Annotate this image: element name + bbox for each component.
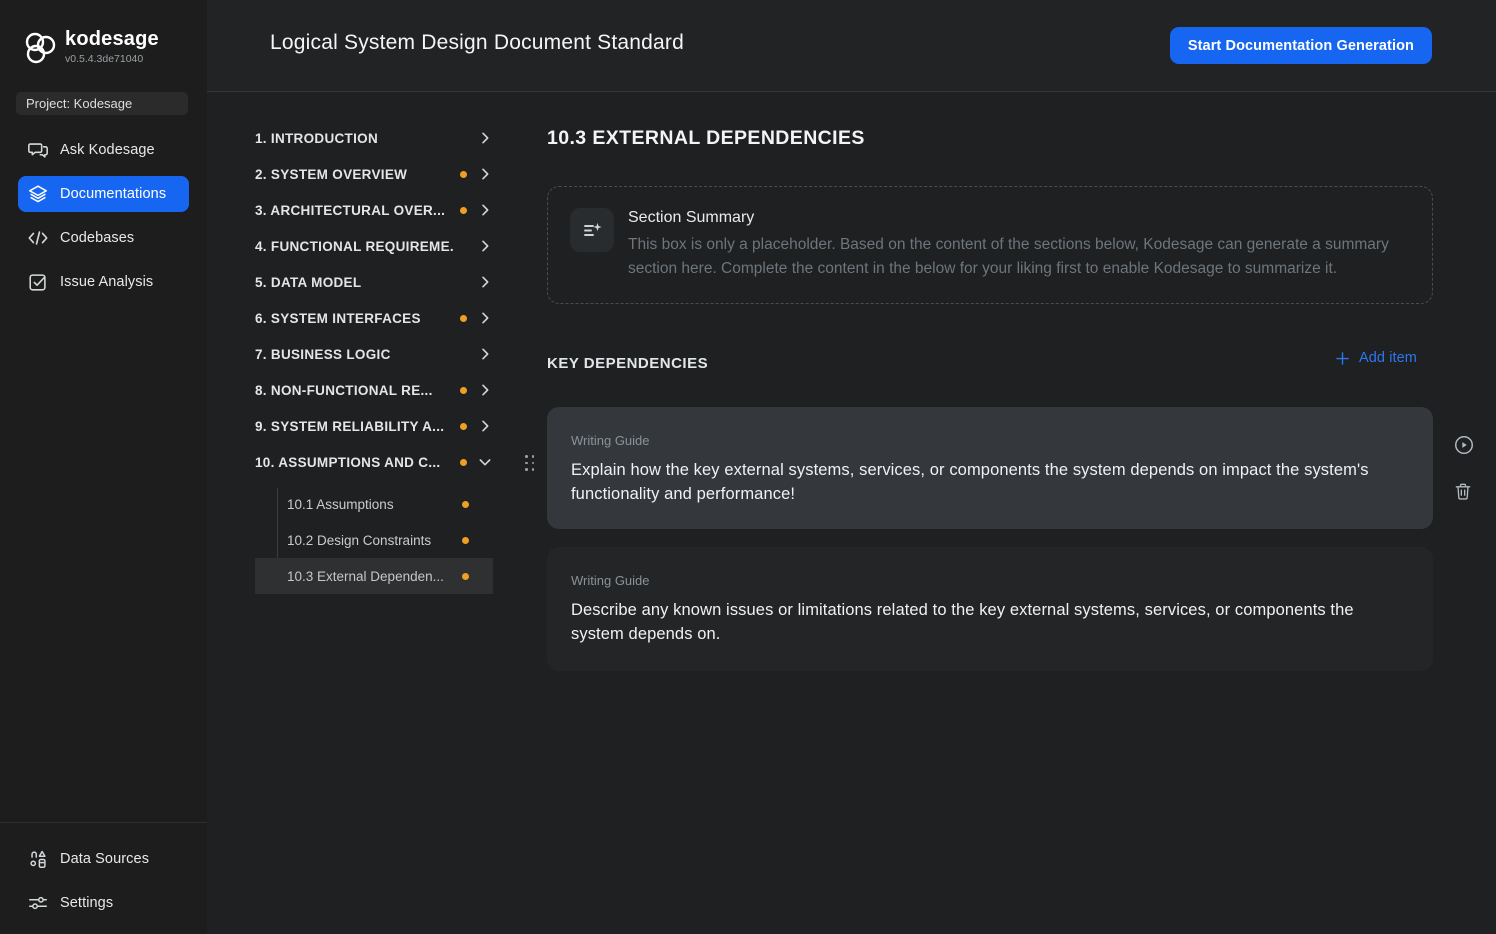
toc-item-architectural-overview[interactable]: 3. ARCHITECTURAL OVER... [255,192,493,228]
sidebar-item-documentations[interactable]: Documentations [18,176,189,212]
sidebar-item-settings[interactable]: Settings [18,885,189,921]
sidebar-item-label: Settings [60,895,113,911]
chevron-right-icon [477,310,493,326]
add-item-label: Add item [1359,350,1417,366]
toc-item-data-model[interactable]: 5. DATA MODEL [255,264,493,300]
app-name: kodesage [65,28,159,51]
layers-icon [26,183,49,206]
sidebar-item-label: Issue Analysis [60,274,153,290]
key-dependencies-label: KEY DEPENDENCIES [547,355,708,372]
status-dot [460,459,467,466]
delete-button[interactable] [1453,480,1475,502]
status-dot [460,171,467,178]
sidebar-item-issue-analysis[interactable]: Issue Analysis [18,264,189,300]
chevron-right-icon [477,238,493,254]
toc-item-introduction[interactable]: 1. INTRODUCTION [255,120,493,156]
status-dot [460,315,467,322]
chevron-right-icon [477,166,493,182]
toc-item-functional-requirements[interactable]: 4. FUNCTIONAL REQUIREME... [255,228,493,264]
start-documentation-generation-button[interactable]: Start Documentation Generation [1170,27,1432,64]
summarize-icon [570,208,614,252]
sidebar-item-codebases[interactable]: Codebases [18,220,189,256]
project-label: Project: Kodesage [26,96,132,111]
chevron-down-icon [477,454,493,470]
add-item-button[interactable]: Add item [1335,350,1417,366]
toc-subitem-design-constraints[interactable]: 10.2 Design Constraints [255,522,493,558]
toc-subitem-external-dependencies[interactable]: 10.3 External Dependen... [255,558,493,594]
header: Logical System Design Document Standard … [207,0,1496,92]
sidebar-item-data-sources[interactable]: Data Sources [18,841,189,877]
toc-item-assumptions-and-constraints[interactable]: 10. ASSUMPTIONS AND C... [255,444,493,480]
section-heading: 10.3 EXTERNAL DEPENDENCIES [547,127,865,150]
section-editor: 10.3 EXTERNAL DEPENDENCIES Section Summa… [547,92,1433,934]
code-icon [26,227,49,250]
status-dot [460,423,467,430]
project-selector[interactable]: Project: Kodesage [16,92,188,115]
play-circle-icon [1453,434,1475,456]
chevron-right-icon [477,130,493,146]
chevron-right-icon [477,382,493,398]
writing-guide-card[interactable]: Writing Guide Explain how the key extern… [547,407,1433,529]
app-logo: kodesage v0.5.4.3de71040 [22,28,159,66]
drag-handle[interactable] [525,455,535,473]
status-dot [462,573,469,580]
writing-guide-text: Explain how the key external systems, se… [571,458,1371,506]
status-dot [462,537,469,544]
app-version: v0.5.4.3de71040 [65,53,159,65]
toc-subsection-list: 10.1 Assumptions 10.2 Design Constraints… [255,486,493,594]
kodesage-logo-icon [22,30,58,66]
card-actions [1453,434,1475,502]
writing-guide-card[interactable]: Writing Guide Describe any known issues … [547,547,1433,671]
sidebar: kodesage v0.5.4.3de71040 Project: Kodesa… [0,0,207,934]
page-title: Logical System Design Document Standard [270,31,684,55]
chevron-right-icon [477,418,493,434]
document-toc: 1. INTRODUCTION 2. SYSTEM OVERVIEW 3. AR… [255,120,493,594]
sidebar-nav: Ask Kodesage Documentations Codebases [18,132,189,300]
chevron-right-icon [477,274,493,290]
sliders-icon [26,892,49,915]
sidebar-item-label: Ask Kodesage [60,142,155,158]
section-summary-placeholder: Section Summary This box is only a place… [547,186,1433,304]
sidebar-item-label: Documentations [60,186,166,202]
writing-guide-label: Writing Guide [571,433,650,448]
toc-item-business-logic[interactable]: 7. BUSINESS LOGIC [255,336,493,372]
toc-subitem-assumptions[interactable]: 10.1 Assumptions [255,486,493,522]
generate-play-button[interactable] [1453,434,1475,456]
trash-icon [1453,481,1473,501]
sidebar-footer: Data Sources Settings [0,822,207,934]
plus-icon [1335,351,1350,366]
chevron-right-icon [477,202,493,218]
sidebar-item-label: Codebases [60,230,134,246]
check-square-icon [26,271,49,294]
toc-item-non-functional-requirements[interactable]: 8. NON-FUNCTIONAL RE... [255,372,493,408]
sidebar-item-ask-kodesage[interactable]: Ask Kodesage [18,132,189,168]
status-dot [460,387,467,394]
toc-item-system-reliability[interactable]: 9. SYSTEM RELIABILITY A... [255,408,493,444]
content: 1. INTRODUCTION 2. SYSTEM OVERVIEW 3. AR… [207,92,1496,934]
writing-guide-label: Writing Guide [571,573,650,588]
toc-item-system-interfaces[interactable]: 6. SYSTEM INTERFACES [255,300,493,336]
summary-placeholder-text: This box is only a placeholder. Based on… [628,233,1406,280]
chat-icon [26,139,49,162]
status-dot [460,207,467,214]
toc-item-system-overview[interactable]: 2. SYSTEM OVERVIEW [255,156,493,192]
summary-title: Section Summary [628,209,754,227]
shapes-icon [26,848,49,871]
chevron-right-icon [477,346,493,362]
writing-guide-text: Describe any known issues or limitations… [571,598,1371,646]
sidebar-item-label: Data Sources [60,851,149,867]
status-dot [462,501,469,508]
